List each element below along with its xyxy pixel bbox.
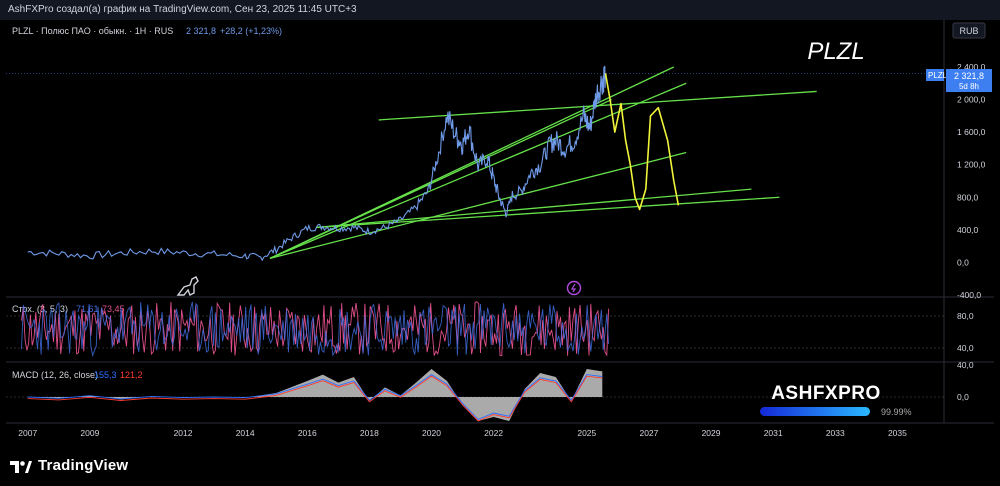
x-tick-label: 2009: [80, 428, 99, 438]
x-tick-label: 2029: [702, 428, 721, 438]
y-tick-label: 2 000,0: [957, 95, 986, 105]
price-series: [27, 65, 680, 262]
trendlines: [269, 66, 817, 259]
brand-progress-fill: [760, 407, 870, 416]
macd-y-tick-label: 40,0: [957, 360, 974, 370]
y-tick-label: 400,0: [957, 225, 979, 235]
x-tick-label: 2020: [422, 428, 441, 438]
price-tag-price: 2 321,8: [954, 71, 984, 81]
y-tick-label: 800,0: [957, 192, 979, 202]
x-tick-label: 2012: [174, 428, 193, 438]
stoch-y-tick-label: 80,0: [957, 311, 974, 321]
macd-value: 155,3: [94, 370, 117, 380]
x-tick-label: 2027: [639, 428, 658, 438]
macd-signal-value: 121,2: [120, 370, 143, 380]
price-line: [27, 65, 607, 262]
symbol-name: PLZL · Полюс ПАО · обыкн. · 1H · RUS: [12, 26, 173, 36]
price-tag-countdown: 5d 8h: [959, 82, 979, 91]
chart-area[interactable]: PLZL · Полюс ПАО · обыкн. · 1H · RUS 2 3…: [6, 20, 994, 445]
price-tag-ticker: PLZL: [928, 71, 948, 80]
main-y-axis: 2 400,02 000,01 600,01 200,0800,0400,00,…: [6, 62, 986, 300]
x-tick-label: 2025: [577, 428, 596, 438]
x-tick-label: 2022: [484, 428, 503, 438]
macd-y-tick-label: 0,0: [957, 392, 969, 402]
symbol-price: 2 321,8: [186, 26, 216, 36]
price-tag: PLZL 2 321,8 5d 8h: [926, 69, 992, 92]
chart-caption: AshFXPro создал(а) график на TradingView…: [8, 4, 357, 15]
watermark-title: PLZL: [807, 38, 864, 65]
y-tick-label: -400,0: [957, 290, 981, 300]
x-tick-label: 2018: [360, 428, 379, 438]
trendline: [316, 188, 752, 229]
footer: TradingView: [0, 445, 1000, 486]
y-tick-label: 1 200,0: [957, 160, 986, 170]
tradingview-wordmark: TradingView: [38, 457, 129, 474]
chart-svg[interactable]: PLZL · Полюс ПАО · обыкн. · 1H · RUS 2 3…: [6, 20, 994, 445]
lightning-icon[interactable]: [566, 280, 582, 296]
top-caption-bar: AshFXPro создал(а) график на TradingView…: [0, 0, 1000, 20]
x-tick-label: 2035: [888, 428, 907, 438]
symbol-change: +28,2 (+1,23%): [220, 26, 282, 36]
brand-progress-label: 99.99%: [881, 407, 912, 417]
x-tick-label: 2007: [18, 428, 37, 438]
brand-name: ASHFXPRO: [771, 383, 881, 404]
trendline: [316, 196, 780, 229]
tradingview-mark-icon: [10, 460, 32, 473]
currency-label: RUB: [959, 26, 978, 36]
dino-icon: [176, 276, 199, 296]
time-axis: 2007 2009 2012 2014 2016 2018 2020 2022 2025 2027…: [18, 428, 907, 438]
stoch-k-value: 71,61: [76, 304, 99, 314]
trendline: [269, 66, 675, 259]
y-tick-label: 1 600,0: [957, 127, 986, 137]
y-tick-label: 0,0: [957, 257, 969, 267]
stoch-y-tick-label: 40,0: [957, 343, 974, 353]
x-tick-label: 2016: [298, 428, 317, 438]
x-tick-label: 2031: [764, 428, 783, 438]
tradingview-logo[interactable]: TradingView: [10, 457, 128, 474]
x-tick-label: 2033: [826, 428, 845, 438]
macd-name: MACD (12, 26, close): [12, 370, 98, 380]
x-tick-label: 2014: [236, 428, 255, 438]
